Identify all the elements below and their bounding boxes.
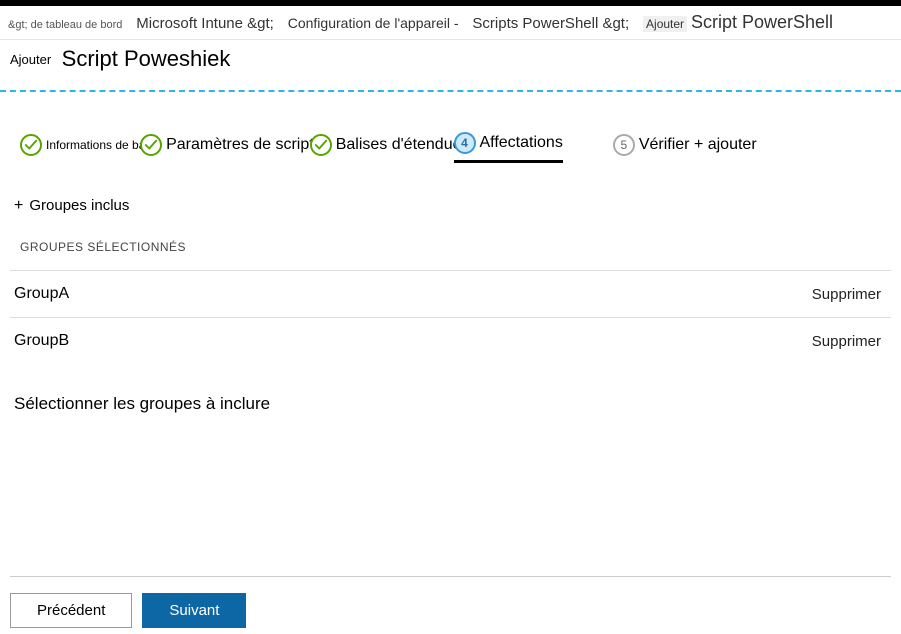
table-row: GroupA Supprimer <box>10 270 891 317</box>
breadcrumb-item-powershell-scripts[interactable]: Scripts PowerShell &gt; <box>472 15 629 32</box>
check-icon <box>310 134 332 156</box>
included-groups-toggle[interactable]: + Groupes inclus <box>10 193 891 220</box>
select-groups-link[interactable]: Sélectionner les groupes à inclure <box>10 364 891 424</box>
breadcrumb-current-prefix: Ajouter <box>643 16 687 32</box>
page-header-label: Ajouter <box>10 52 51 67</box>
breadcrumb: &gt; de tableau de bord Microsoft Intune… <box>0 6 901 40</box>
breadcrumb-current-title: Script PowerShell <box>691 12 833 32</box>
step-label: Paramètres de script <box>166 136 314 154</box>
back-button[interactable]: Précédent <box>10 593 132 628</box>
breadcrumb-item-device-config[interactable]: Configuration de l'appareil - <box>288 15 459 31</box>
selected-groups-header: GROUPES SÉLECTIONNÉS <box>10 220 891 270</box>
breadcrumb-item-intune[interactable]: Microsoft Intune &gt; <box>136 15 274 32</box>
included-groups-label: Groupes inclus <box>29 197 129 214</box>
remove-button[interactable]: Supprimer <box>812 286 881 303</box>
page-header: Ajouter Script Poweshiek <box>0 40 901 90</box>
step-number-icon: 4 <box>454 132 476 154</box>
breadcrumb-item-current: Ajouter Script PowerShell <box>643 12 833 33</box>
next-button[interactable]: Suivant <box>142 593 246 628</box>
group-name: GroupA <box>14 285 69 303</box>
step-review-add[interactable]: 5 Vérifier + ajouter <box>613 134 757 162</box>
wizard-footer: Précédent Suivant <box>10 576 891 628</box>
breadcrumb-item-dashboard[interactable]: &gt; de tableau de bord <box>8 19 122 31</box>
step-label: Vérifier + ajouter <box>639 136 757 154</box>
content-area: Informations de base Paramètres de scrip… <box>0 92 901 424</box>
check-icon <box>140 134 162 156</box>
step-assignments[interactable]: 4 Affectations <box>454 132 563 163</box>
plus-icon: + <box>14 198 23 214</box>
wizard-stepper: Informations de base Paramètres de scrip… <box>10 102 891 163</box>
step-script-settings[interactable]: Paramètres de script <box>140 134 314 162</box>
step-label: Affectations <box>480 134 563 152</box>
step-number-icon: 5 <box>613 134 635 156</box>
step-label: Balises d'étendue <box>336 136 462 154</box>
step-basics[interactable]: Informations de base <box>20 134 158 162</box>
group-name: GroupB <box>14 332 69 350</box>
page-title: Script Poweshiek <box>62 46 231 71</box>
step-scope-tags[interactable]: Balises d'étendue <box>310 134 462 162</box>
table-row: GroupB Supprimer <box>10 317 891 364</box>
remove-button[interactable]: Supprimer <box>812 333 881 350</box>
check-icon <box>20 134 42 156</box>
